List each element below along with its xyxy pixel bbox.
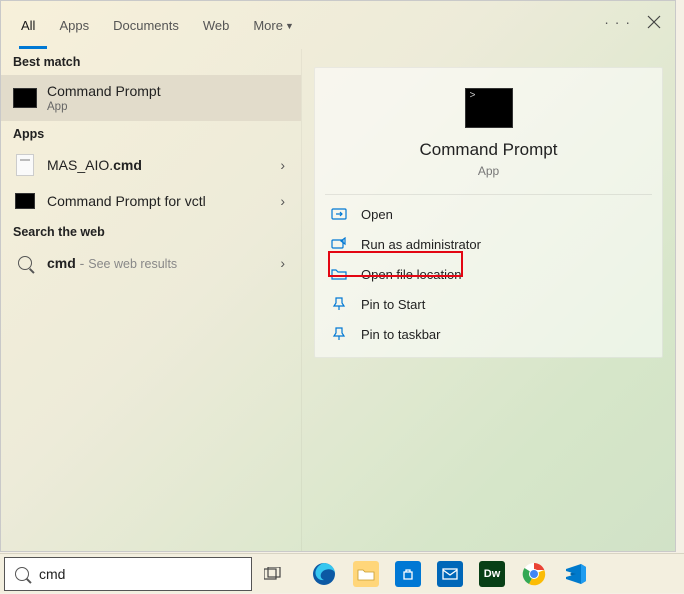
- active-tab-indicator: [19, 46, 47, 49]
- action-pin-to-start[interactable]: Pin to Start: [315, 289, 662, 319]
- preview-card: Command Prompt App Open Run as administr…: [314, 67, 663, 358]
- app-file-explorer[interactable]: [346, 554, 386, 594]
- taskbar-search-box[interactable]: [4, 557, 252, 591]
- app-result-mas-aio[interactable]: MAS_AIO.cmd ›: [1, 147, 301, 183]
- taskbar: Dw: [0, 553, 684, 593]
- shield-icon: [329, 236, 349, 252]
- app-dreamweaver[interactable]: Dw: [472, 554, 512, 594]
- app-chrome[interactable]: [514, 554, 554, 594]
- tab-more[interactable]: More▼: [241, 4, 306, 47]
- action-run-as-administrator[interactable]: Run as administrator: [315, 229, 662, 259]
- preview-subtitle: App: [478, 164, 499, 178]
- action-label: Pin to Start: [361, 297, 425, 312]
- command-prompt-icon: [11, 189, 39, 213]
- open-icon: [329, 206, 349, 222]
- search-icon: [11, 251, 39, 275]
- file-icon: [11, 153, 39, 177]
- app-mail[interactable]: [430, 554, 470, 594]
- section-apps: Apps: [1, 121, 301, 147]
- tab-apps[interactable]: Apps: [47, 4, 101, 47]
- command-prompt-icon: [465, 88, 513, 128]
- result-title: Command Prompt: [47, 83, 291, 99]
- preview-pane: Command Prompt App Open Run as administr…: [301, 49, 675, 551]
- tab-web[interactable]: Web: [191, 4, 242, 47]
- search-results-panel: All Apps Documents Web More▼ · · · Best …: [0, 0, 676, 552]
- app-edge[interactable]: [304, 554, 344, 594]
- result-title: MAS_AIO.cmd: [47, 157, 280, 173]
- task-view-button[interactable]: [252, 554, 294, 594]
- results-list: Best match Command Prompt App Apps MAS_A…: [1, 49, 301, 551]
- app-vscode[interactable]: [556, 554, 596, 594]
- action-label: Pin to taskbar: [361, 327, 441, 342]
- pin-icon: [329, 296, 349, 312]
- search-input[interactable]: [39, 566, 241, 582]
- pinned-apps: Dw: [304, 554, 596, 594]
- close-button[interactable]: [643, 11, 665, 33]
- search-icon: [15, 567, 29, 581]
- tab-all[interactable]: All: [9, 4, 47, 47]
- result-title: cmd - See web results: [47, 255, 280, 271]
- action-pin-to-taskbar[interactable]: Pin to taskbar: [315, 319, 662, 349]
- app-ms-store[interactable]: [388, 554, 428, 594]
- chevron-right-icon: ›: [280, 157, 285, 173]
- chevron-right-icon: ›: [280, 255, 285, 271]
- preview-title: Command Prompt: [420, 140, 558, 160]
- app-result-vctl[interactable]: Command Prompt for vctl ›: [1, 183, 301, 219]
- chevron-right-icon: ›: [280, 193, 285, 209]
- action-open[interactable]: Open: [315, 199, 662, 229]
- divider: [325, 194, 652, 195]
- tab-documents[interactable]: Documents: [101, 4, 191, 47]
- section-best-match: Best match: [1, 49, 301, 75]
- action-label: Open: [361, 207, 393, 222]
- action-label: Open file location: [361, 267, 461, 282]
- folder-icon: [329, 266, 349, 282]
- section-search-web: Search the web: [1, 219, 301, 245]
- pin-icon: [329, 326, 349, 342]
- best-match-result[interactable]: Command Prompt App: [1, 75, 301, 121]
- result-subtitle: App: [47, 101, 291, 113]
- web-result[interactable]: cmd - See web results ›: [1, 245, 301, 281]
- action-open-file-location[interactable]: Open file location: [315, 259, 662, 289]
- result-title: Command Prompt for vctl: [47, 193, 280, 209]
- more-options-button[interactable]: · · ·: [604, 14, 631, 30]
- command-prompt-icon: [11, 86, 39, 110]
- action-label: Run as administrator: [361, 237, 481, 252]
- tab-bar: All Apps Documents Web More▼ · · ·: [1, 1, 675, 49]
- chevron-down-icon: ▼: [285, 21, 294, 31]
